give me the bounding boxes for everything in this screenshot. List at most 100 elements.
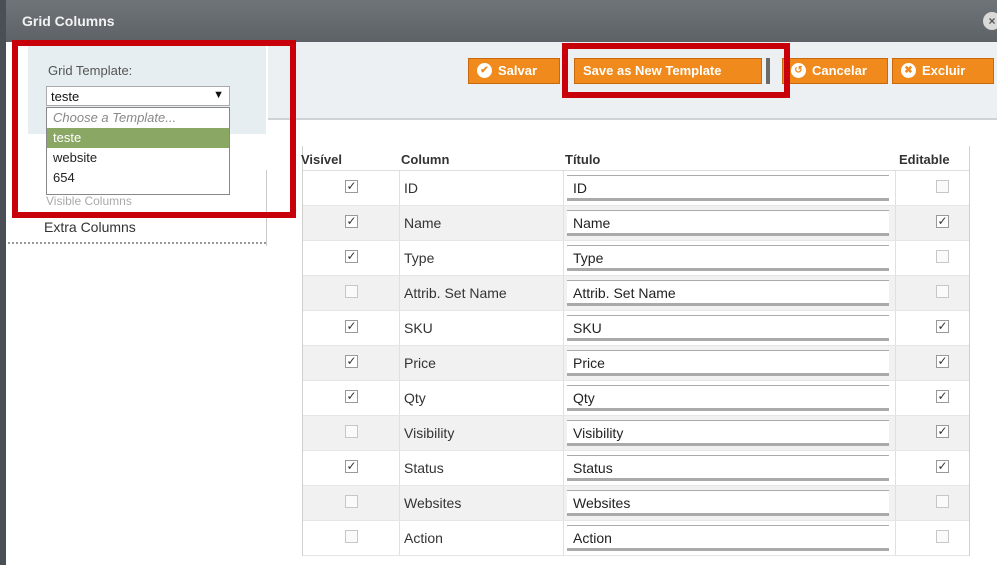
editable-cell: ✓ (895, 346, 970, 380)
visible-cell: ✓ (303, 311, 399, 345)
column-name: Name (404, 215, 442, 231)
visible-cell (303, 486, 399, 520)
editable-checkbox[interactable]: ✓ (936, 390, 949, 403)
title-input[interactable]: Type (567, 245, 889, 271)
table-row: Attrib. Set Name Attrib. Set Name (303, 276, 969, 311)
editable-checkbox[interactable] (936, 180, 949, 193)
window-title: Grid Columns (22, 13, 115, 29)
title-input[interactable]: Price (567, 350, 889, 376)
visible-checkbox[interactable] (345, 495, 358, 508)
visible-checkbox[interactable]: ✓ (345, 460, 358, 473)
column-name: Visibility (404, 425, 455, 441)
editable-cell: ✓ (895, 206, 970, 240)
editable-cell: ✓ (895, 416, 970, 450)
title-input[interactable]: Qty (567, 385, 889, 411)
column-name: SKU (404, 320, 433, 336)
visible-checkbox[interactable]: ✓ (345, 180, 358, 193)
column-cell: Qty (399, 381, 564, 415)
title-input[interactable]: Name (567, 210, 889, 236)
title-input[interactable]: Status (567, 455, 889, 481)
editable-checkbox[interactable]: ✓ (936, 320, 949, 333)
editable-checkbox[interactable]: ✓ (936, 355, 949, 368)
column-name: Attrib. Set Name (404, 285, 507, 301)
table-row: Visibility Visibility ✓ (303, 416, 969, 451)
visible-checkbox[interactable]: ✓ (345, 355, 358, 368)
title-cell: Type (563, 241, 896, 275)
column-name: ID (404, 180, 418, 196)
visible-checkbox[interactable] (345, 530, 358, 543)
check-circle-icon: ✔ (477, 63, 492, 79)
title-input[interactable]: Attrib. Set Name (567, 280, 889, 306)
editable-cell (895, 241, 970, 275)
column-cell: Websites (399, 486, 564, 520)
title-cell: Websites (563, 486, 896, 520)
column-name: Status (404, 460, 444, 476)
visible-checkbox[interactable] (345, 425, 358, 438)
title-cell: Name (563, 206, 896, 240)
visible-cell (303, 276, 399, 310)
editable-checkbox[interactable]: ✓ (936, 460, 949, 473)
title-cell: Action (563, 521, 896, 555)
column-cell: Visibility (399, 416, 564, 450)
save-button[interactable]: ✔ Salvar (468, 58, 560, 84)
editable-checkbox[interactable] (936, 285, 949, 298)
table-row: ✓ Name Name ✓ (303, 206, 969, 241)
save-new-highlight-frame (562, 43, 790, 98)
visible-checkbox[interactable]: ✓ (345, 390, 358, 403)
column-name: Websites (404, 495, 462, 511)
title-input[interactable]: ID (567, 175, 889, 201)
visible-cell: ✓ (303, 346, 399, 380)
visible-checkbox[interactable]: ✓ (345, 320, 358, 333)
visible-cell: ✓ (303, 206, 399, 240)
sidebar-divider (8, 242, 266, 244)
editable-checkbox[interactable]: ✓ (936, 425, 949, 438)
column-name: Action (404, 530, 443, 546)
cancel-button[interactable]: ↺ Cancelar (782, 58, 888, 84)
window-title-bar: Grid Columns × (6, 0, 997, 42)
visible-checkbox[interactable] (345, 285, 358, 298)
editable-cell (895, 521, 970, 555)
editable-cell: ✓ (895, 451, 970, 485)
editable-checkbox[interactable] (936, 530, 949, 543)
title-input[interactable]: Websites (567, 490, 889, 516)
visible-cell: ✓ (303, 451, 399, 485)
title-input[interactable]: Action (567, 525, 889, 551)
table-row: ✓ Status Status ✓ (303, 451, 969, 486)
title-cell: Status (563, 451, 896, 485)
column-cell: Price (399, 346, 564, 380)
title-input[interactable]: SKU (567, 315, 889, 341)
sidebar-item-extra-columns[interactable]: Extra Columns (44, 219, 136, 235)
column-cell: Name (399, 206, 564, 240)
editable-checkbox[interactable]: ✓ (936, 215, 949, 228)
visible-cell: ✓ (303, 381, 399, 415)
editable-cell: ✓ (895, 381, 970, 415)
visible-checkbox[interactable]: ✓ (345, 215, 358, 228)
editable-checkbox[interactable] (936, 495, 949, 508)
cancel-button-label: Cancelar (812, 63, 867, 78)
visible-checkbox[interactable]: ✓ (345, 250, 358, 263)
window-left-edge (0, 0, 6, 565)
title-cell: SKU (563, 311, 896, 345)
delete-circle-icon: ✖ (901, 63, 916, 79)
column-cell: Action (399, 521, 564, 555)
template-highlight-frame (12, 40, 296, 218)
table-row: ✓ Price Price ✓ (303, 346, 969, 381)
column-cell: Type (399, 241, 564, 275)
visible-cell: ✓ (303, 241, 399, 275)
table-row: ✓ Type Type (303, 241, 969, 276)
close-icon[interactable]: × (983, 12, 997, 30)
title-cell: Visibility (563, 416, 896, 450)
save-button-label: Salvar (498, 63, 538, 78)
editable-cell (895, 171, 970, 205)
delete-button[interactable]: ✖ Excluir (892, 58, 994, 84)
delete-button-label: Excluir (922, 63, 966, 78)
visible-cell: ✓ (303, 171, 399, 205)
title-cell: Attrib. Set Name (563, 276, 896, 310)
table-row: ✓ Qty Qty ✓ (303, 381, 969, 416)
title-input[interactable]: Visibility (567, 420, 889, 446)
column-name: Price (404, 355, 436, 371)
column-cell: ID (399, 171, 564, 205)
grid-body: ✓ ID ID ✓ Name Name ✓ ✓ Type Type Attrib. Set Name… (303, 171, 969, 556)
column-name: Qty (404, 390, 426, 406)
editable-checkbox[interactable] (936, 250, 949, 263)
